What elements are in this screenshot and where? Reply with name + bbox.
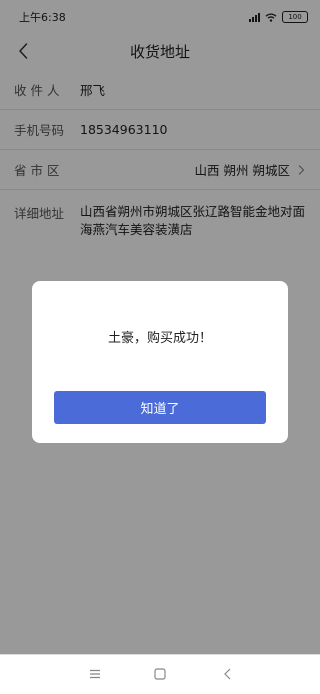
confirm-button[interactable]: 知道了: [54, 391, 266, 424]
success-dialog: 土豪，购买成功！ 知道了: [32, 281, 288, 443]
menu-icon[interactable]: [88, 667, 102, 681]
back-icon[interactable]: [221, 667, 235, 681]
dialog-message: 土豪，购买成功！: [107, 331, 212, 346]
system-nav-bar: [0, 654, 320, 694]
home-icon[interactable]: [153, 667, 167, 681]
